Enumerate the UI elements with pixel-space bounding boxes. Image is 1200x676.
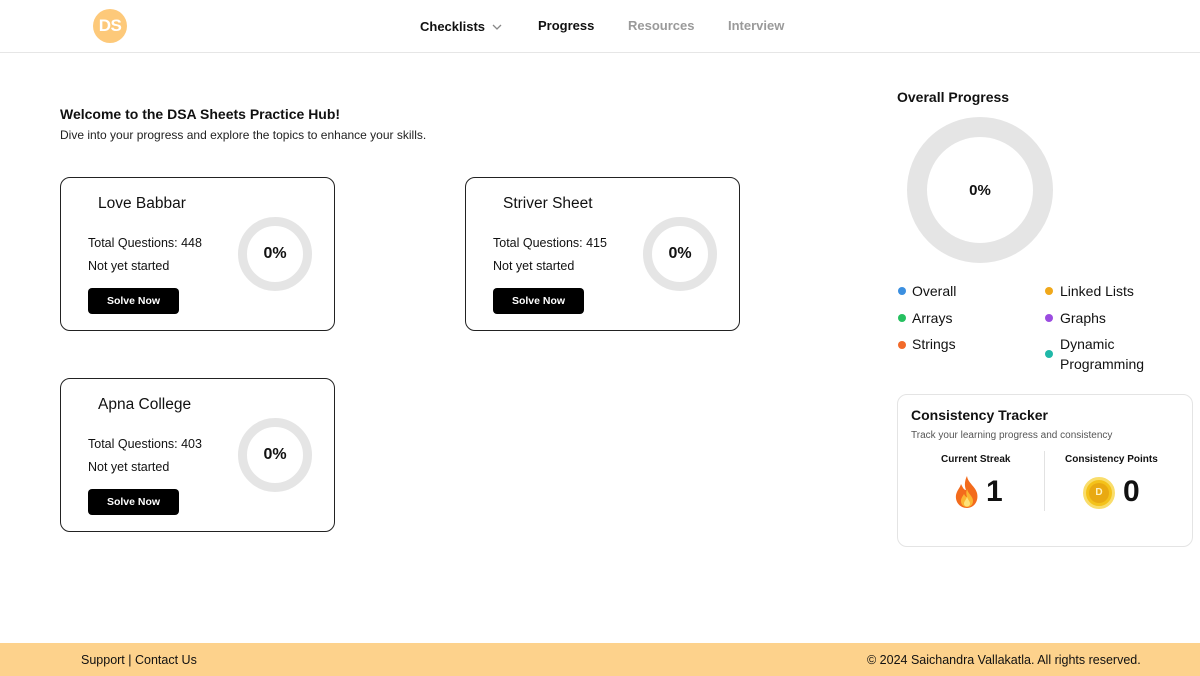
support-link[interactable]: Support [81,653,125,667]
solve-now-button[interactable]: Solve Now [88,489,179,515]
page-subtitle: Dive into your progress and explore the … [60,128,427,142]
overall-progress-title: Overall Progress [897,89,1010,105]
sheet-progress-value: 0% [263,245,287,262]
legend-item-overall: Overall [912,283,957,299]
sheet-total-questions: Total Questions: 415 [493,236,607,250]
sheet-progress-ring: 0% [238,418,312,492]
footer: Support | Contact Us © 2024 Saichandra V… [0,643,1200,676]
consistency-points-value: 0 [1123,475,1140,508]
footer-separator: | [128,653,132,667]
top-navbar: DS Checklists Progress Resources Intervi… [0,0,1200,53]
sheet-title: Love Babbar [98,195,186,212]
sheet-progress-ring: 0% [643,217,717,291]
sheet-card-striver: Striver Sheet Total Questions: 415 Not y… [465,177,740,331]
sheet-status: Not yet started [493,259,575,273]
legend-dot-graphs [1045,314,1053,322]
legend-item-graphs: Graphs [1060,310,1106,326]
tracker-title: Consistency Tracker [911,407,1048,423]
flame-icon [955,476,978,508]
current-streak-label: Current Streak [941,454,1011,465]
sheet-card-apna-college: Apna College Total Questions: 403 Not ye… [60,378,335,532]
consistency-tracker-card: Consistency Tracker Track your learning … [897,394,1193,547]
coin-letter: D [1089,483,1109,503]
sheet-total-questions: Total Questions: 448 [88,236,202,250]
legend-item-arrays: Arrays [912,310,953,326]
nav-checklists[interactable]: Checklists [420,18,502,34]
nav-resources[interactable]: Resources [628,18,694,33]
copyright-text: © 2024 Saichandra Vallakatla. All rights… [867,653,1141,667]
consistency-points-label: Consistency Points [1065,454,1158,465]
sheet-status: Not yet started [88,259,170,273]
legend-dot-overall [898,287,906,295]
legend-dot-linked-lists [1045,287,1053,295]
contact-us-link[interactable]: Contact Us [135,653,197,667]
legend-dot-dynamic-programming [1045,350,1053,358]
stats-divider [1044,451,1045,511]
chevron-down-icon [492,18,502,33]
legend-item-linked-lists: Linked Lists [1060,283,1134,299]
overall-progress-value: 0% [969,181,991,199]
coin-icon: D [1083,477,1115,509]
solve-now-button[interactable]: Solve Now [493,288,584,314]
sheet-progress-ring: 0% [238,217,312,291]
tracker-subtitle: Track your learning progress and consist… [911,430,1113,441]
legend-item-strings: Strings [912,336,956,352]
sheet-status: Not yet started [88,460,170,474]
current-streak-value: 1 [986,475,1003,508]
sheet-progress-value: 0% [263,446,287,463]
sheet-title: Striver Sheet [503,195,593,212]
footer-links: Support | Contact Us [81,653,197,667]
nav-checklists-label: Checklists [420,19,486,34]
page-title: Welcome to the DSA Sheets Practice Hub! [60,106,341,122]
sheet-total-questions: Total Questions: 403 [88,437,202,451]
legend-dot-arrays [898,314,906,322]
sheet-progress-value: 0% [668,245,692,262]
nav-interview[interactable]: Interview [728,18,784,33]
solve-now-button[interactable]: Solve Now [88,288,179,314]
sheet-title: Apna College [98,396,192,413]
legend-item-dynamic-programming: Dynamic Programming [1060,336,1145,372]
main-nav: Checklists Progress Resources Interview [0,0,1200,52]
overall-progress-ring: 0% [907,117,1053,263]
sheet-card-love-babbar: Love Babbar Total Questions: 448 Not yet… [60,177,335,331]
nav-progress[interactable]: Progress [538,18,594,33]
legend-dot-strings [898,341,906,349]
